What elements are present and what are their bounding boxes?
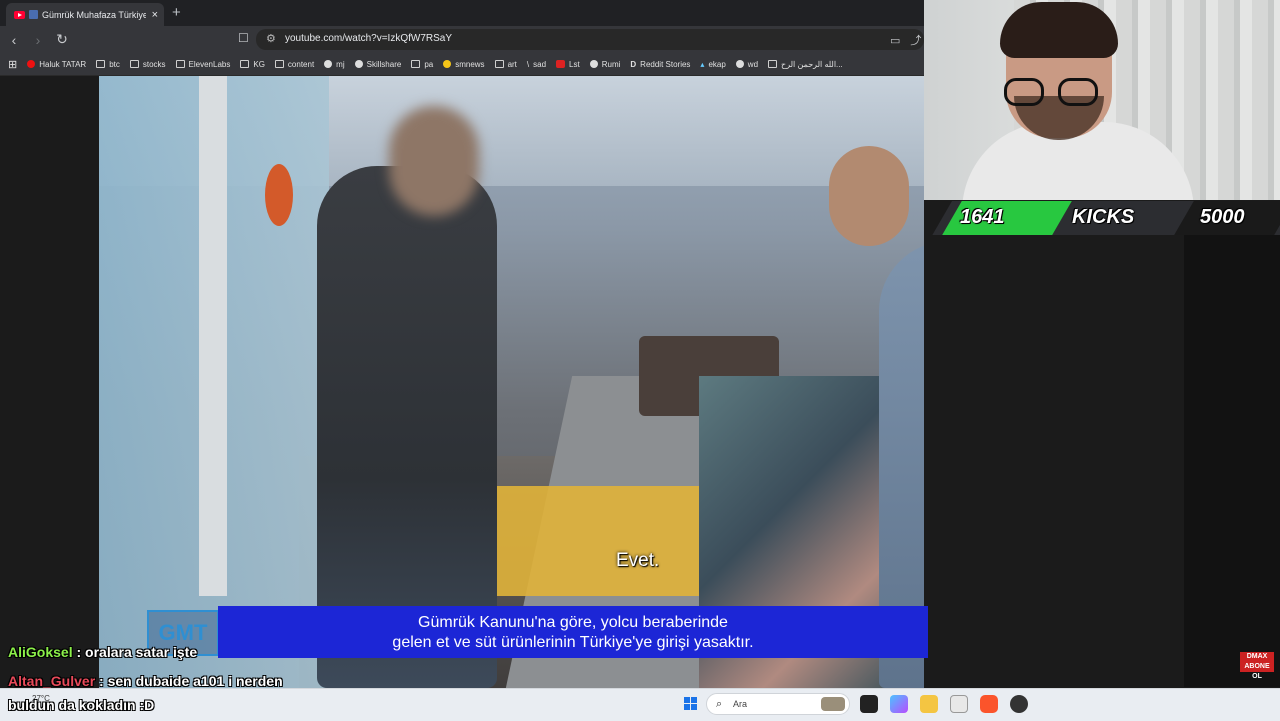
bookmark-folder[interactable]: pa	[411, 60, 433, 69]
address-bar[interactable]: ⚙ youtube.com/watch?v=IzkQfW7RSaY	[256, 29, 924, 50]
chat-text: buldun da kokladın :D	[8, 697, 155, 713]
forward-icon[interactable]: ›	[28, 32, 48, 48]
youtube-icon	[27, 60, 36, 68]
scene-officer-head	[829, 146, 909, 246]
s-logo-icon	[556, 60, 566, 68]
copilot-icon[interactable]	[890, 695, 908, 713]
streamer-glasses	[1004, 78, 1112, 106]
chat-message: AliGoksel : oralara satar işte	[8, 644, 197, 660]
url-text: youtube.com/watch?v=IzkQfW7RSaY	[285, 33, 453, 44]
scene-passenger-head	[389, 106, 479, 216]
bookmark-item[interactable]: smnews	[443, 60, 485, 69]
bookmark-item[interactable]: \ sad	[527, 60, 546, 69]
search-placeholder: Ara	[733, 699, 748, 709]
bookmark-item[interactable]: ElevenLabs	[175, 60, 230, 69]
search-highlight-image	[821, 697, 845, 711]
folder-icon	[274, 60, 284, 68]
globe-icon	[589, 60, 598, 68]
goal-current: 1641	[960, 206, 1005, 228]
task-view-icon[interactable]	[860, 695, 878, 713]
goal-label: KICKS	[1072, 206, 1135, 228]
video-subtitle-box: Gümrük Kanunu'na göre, yolcu beraberinde…	[218, 606, 928, 658]
chat-username: Altan_Gulver	[8, 673, 96, 689]
folder-icon	[240, 60, 250, 68]
browser-tab[interactable]: Gümrük Muhafaza Türkiye 33 ×	[6, 3, 164, 26]
site-info-icon[interactable]: ⚙	[266, 32, 276, 45]
file-explorer-icon[interactable]	[920, 695, 938, 713]
chat-text: : sen dubaide a101 i nerden	[99, 673, 283, 689]
bookmarks-bar: ⊞ Haluk TATAR btc stocks ElevenLabs KG c…	[0, 53, 924, 76]
search-icon: ⌕	[716, 698, 723, 710]
reload-icon[interactable]: ↻	[52, 31, 72, 48]
bookmark-item[interactable]: mj	[324, 60, 345, 69]
slash-icon: \	[526, 59, 530, 69]
stream-background	[1184, 235, 1280, 687]
youtube-icon	[14, 10, 25, 19]
bookmark-item[interactable]: D Reddit Stories	[630, 60, 690, 69]
bookmark-item[interactable]: Lst	[556, 60, 580, 69]
scene-pillar	[199, 76, 227, 596]
d-logo-icon: D	[630, 59, 637, 69]
elevenlabs-icon	[175, 60, 185, 68]
chat-text: : oralara satar işte	[76, 644, 198, 660]
apps-icon[interactable]: ⊞	[8, 58, 17, 71]
subtitle-line: gelen et ve süt ürünlerinin Türkiye'ye g…	[392, 634, 754, 651]
video-speech-caption: Evet.	[616, 550, 660, 571]
tab-title: Gümrük Muhafaza Türkiye 33	[42, 9, 146, 20]
folder-icon	[96, 60, 106, 68]
bookmark-item[interactable]: الله الرحمن الرح...	[768, 60, 843, 69]
favicon-icon	[29, 10, 38, 19]
bookmark-item[interactable]: ▴ ekap	[700, 60, 725, 69]
new-tab-button[interactable]: +	[172, 4, 181, 21]
bookmark-item[interactable]: Skillshare	[354, 60, 401, 69]
bookmark-item[interactable]: Haluk TATAR	[27, 60, 86, 69]
bookmark-folder[interactable]: art	[494, 60, 517, 69]
streamer-hair	[1000, 2, 1118, 58]
bookmark-folder[interactable]: content	[274, 60, 314, 69]
subtitle-line: Gümrük Kanunu'na göre, yolcu beraberinde	[418, 614, 728, 631]
back-icon[interactable]: ‹	[4, 32, 24, 48]
bookmark-folder[interactable]: stocks	[129, 60, 166, 69]
bookmark-item[interactable]: Rumi	[589, 60, 620, 69]
bookmark-folder[interactable]: KG	[240, 60, 265, 69]
windows-start-icon[interactable]	[684, 697, 698, 711]
dmax-logo: DMAX ABONE OL	[1240, 652, 1274, 680]
bookmark-icon[interactable]: ☐	[238, 31, 249, 45]
chat-message: buldun da kokladın :D	[8, 697, 154, 713]
chat-message: Altan_Gulver : sen dubaide a101 i nerden	[8, 673, 283, 689]
folder-icon	[494, 60, 504, 68]
brave-browser-icon[interactable]	[980, 695, 998, 713]
obs-icon[interactable]	[1010, 695, 1028, 713]
skillshare-icon	[354, 60, 363, 68]
taskbar-search[interactable]: ⌕ Ara	[706, 693, 850, 715]
close-tab-icon[interactable]: ×	[152, 9, 158, 21]
page-icon	[768, 60, 778, 68]
webcam-feed	[924, 0, 1280, 200]
goal-target: 5000	[1200, 206, 1245, 228]
folder-icon	[129, 60, 139, 68]
bookmark-item[interactable]: wd	[735, 60, 758, 69]
video-player[interactable]	[99, 76, 924, 688]
wd-icon	[735, 60, 744, 68]
folder-icon	[411, 60, 421, 68]
customs-emblem	[265, 164, 293, 226]
snipping-tool-icon[interactable]	[950, 695, 968, 713]
github-icon	[324, 60, 333, 68]
bookmark-folder[interactable]: btc	[96, 60, 120, 69]
bird-icon: ▴	[700, 59, 705, 69]
chat-username: AliGoksel	[8, 644, 73, 660]
kick-goal-bar: 1641 KICKS 5000	[932, 201, 1280, 235]
smiley-icon	[443, 60, 452, 68]
windows-taskbar	[0, 688, 1280, 721]
